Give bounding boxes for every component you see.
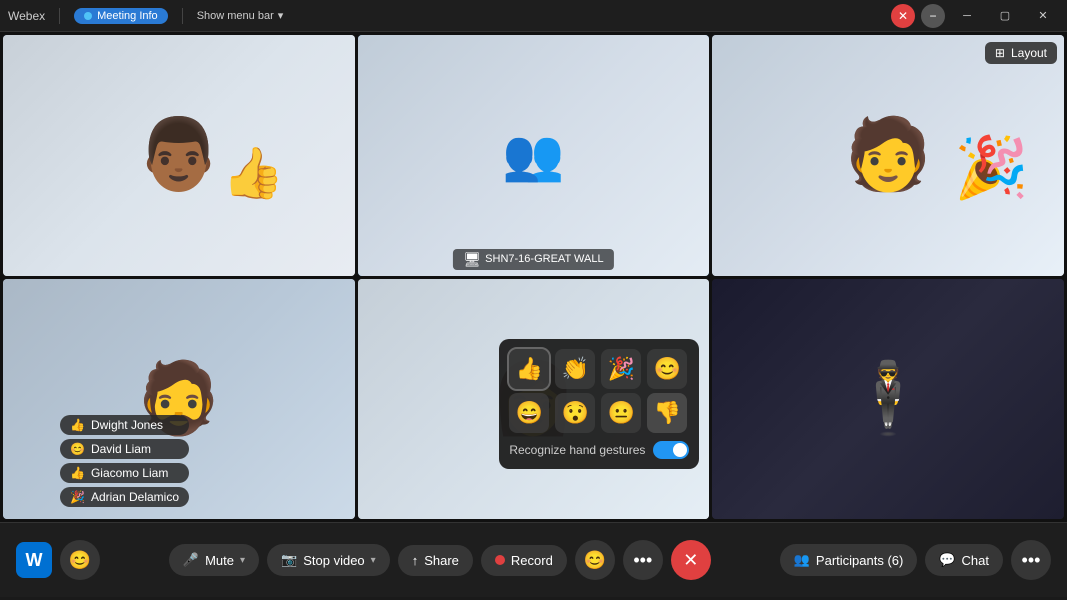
bottom-left-controls: W 😊 [16, 540, 100, 580]
reaction-name-2: David Liam [91, 442, 151, 456]
more-button[interactable]: ••• [623, 540, 663, 580]
emoji-smile[interactable]: 😊 [647, 349, 687, 389]
thumbs-up-reaction: 👍 [222, 144, 284, 203]
gesture-label: Recognize hand gestures [509, 443, 645, 457]
emoji-confetti[interactable]: 🎉 [601, 349, 641, 389]
gesture-toggle[interactable] [653, 441, 689, 459]
share-button[interactable]: ↑ Share [398, 545, 473, 576]
reaction-emoji-2: 😊 [70, 442, 85, 456]
mute-label: Mute [205, 553, 234, 568]
reaction-adrian: 🎉 Adrian Delamico [60, 487, 189, 507]
end-icon: ✕ [683, 550, 698, 571]
emoji-reaction-popup[interactable]: 👍 👏 🎉 😊 😄 😯 😐 👎 Recognize hand gestures [499, 339, 699, 469]
participants-icon: 👥 [794, 552, 810, 568]
record-button[interactable]: Record [481, 545, 567, 576]
video-cell-6: 🕴 [712, 279, 1064, 520]
divider [59, 8, 60, 24]
emoji-thumbsup[interactable]: 👍 [509, 349, 549, 389]
status-dot [84, 12, 92, 20]
close-button[interactable]: ✕ [1027, 6, 1059, 26]
mute-button[interactable]: 🎤 Mute ▾ [169, 544, 259, 576]
minimize-circle-icon[interactable]: − [921, 4, 945, 28]
reaction-david: 😊 David Liam [60, 439, 189, 459]
video-cell-1: 👨🏾 👍 [3, 35, 355, 276]
emoji-button[interactable]: 😊 [575, 540, 615, 580]
record-label: Record [511, 553, 553, 568]
video-cell-2: 👥 🖥 SHN7-16-GREAT WALL [358, 35, 710, 276]
emoji-laugh[interactable]: 😄 [509, 393, 549, 433]
confetti-reaction: 🎉 [954, 132, 1029, 203]
reaction-emoji-4: 🎉 [70, 490, 85, 504]
share-icon: ↑ [412, 553, 419, 568]
reaction-emoji-1: 👍 [70, 418, 85, 432]
status-button[interactable]: 😊 [60, 540, 100, 580]
show-menu-button[interactable]: Show menu bar ▾ [197, 9, 284, 22]
chevron-down-icon: ▾ [278, 9, 284, 22]
title-bar-left: Webex Meeting Info Show menu bar ▾ [8, 8, 891, 24]
record-dot-icon [495, 555, 505, 565]
more-icon: ••• [633, 550, 652, 571]
video-cell-3: 🧑 🎉 [712, 35, 1064, 276]
close-circle-icon[interactable]: ✕ [891, 4, 915, 28]
room-label: SHN7-16-GREAT WALL [485, 253, 603, 265]
bottom-bar: 👍 Dwight Jones 😊 David Liam 👍 Giacomo Li… [0, 522, 1067, 597]
more2-button[interactable]: ••• [1011, 540, 1051, 580]
reaction-name-4: Adrian Delamico [91, 490, 179, 504]
participants-label: Participants (6) [816, 553, 903, 568]
reaction-name-3: Giacomo Liam [91, 466, 168, 480]
mute-chevron-icon: ▾ [240, 555, 245, 566]
meeting-info-label: Meeting Info [97, 10, 158, 22]
reaction-emoji-3: 👍 [70, 466, 85, 480]
video-icon: 📷 [281, 552, 297, 568]
divider2 [182, 8, 183, 24]
video-chevron-icon: ▾ [371, 555, 376, 566]
show-menu-label: Show menu bar [197, 10, 274, 22]
share-label: Share [424, 553, 459, 568]
screen-icon: 🖥 [463, 251, 481, 268]
meeting-info-button[interactable]: Meeting Info [74, 8, 168, 24]
chat-icon: 💬 [939, 552, 955, 568]
toggle-knob [673, 443, 687, 457]
webex-logo[interactable]: W [16, 542, 52, 578]
chat-label: Chat [962, 553, 989, 568]
emoji-thumbsdown[interactable]: 👎 [647, 393, 687, 433]
video-cell-5: 👩 👍 👏 🎉 😊 😄 😯 😐 👎 Recognize hand gesture… [358, 279, 710, 520]
title-bar-right: ✕ − ─ ▢ ✕ [891, 4, 1059, 28]
title-bar: Webex Meeting Info Show menu bar ▾ ✕ − ─… [0, 0, 1067, 32]
reaction-name-1: Dwight Jones [91, 418, 163, 432]
emoji-clap[interactable]: 👏 [555, 349, 595, 389]
emoji-neutral[interactable]: 😐 [601, 393, 641, 433]
participants-button[interactable]: 👥 Participants (6) [780, 544, 918, 576]
stop-video-button[interactable]: 📷 Stop video ▾ [267, 544, 390, 576]
layout-label: Layout [1011, 46, 1047, 60]
reaction-log: 👍 Dwight Jones 😊 David Liam 👍 Giacomo Li… [60, 415, 189, 507]
app-name: Webex [8, 9, 45, 23]
more2-icon: ••• [1022, 550, 1041, 571]
reaction-giacomo: 👍 Giacomo Liam [60, 463, 189, 483]
grid-icon: ⊞ [995, 46, 1005, 60]
active-speaker-label: 🖥 SHN7-16-GREAT WALL [453, 249, 613, 270]
bottom-right-controls: 👥 Participants (6) 💬 Chat ••• [780, 540, 1051, 580]
reaction-dwight: 👍 Dwight Jones [60, 415, 189, 435]
chat-button[interactable]: 💬 Chat [925, 544, 1003, 576]
emoji-grid: 👍 👏 🎉 😊 😄 😯 😐 👎 [509, 349, 689, 433]
end-call-button[interactable]: ✕ [671, 540, 711, 580]
minimize-button[interactable]: ─ [951, 6, 983, 26]
bottom-center-controls: 🎤 Mute ▾ 📷 Stop video ▾ ↑ Share Record 😊… [108, 540, 772, 580]
gesture-row: Recognize hand gestures [509, 441, 689, 459]
layout-button[interactable]: ⊞ Layout [985, 42, 1057, 64]
stop-video-label: Stop video [303, 553, 364, 568]
emoji-wow[interactable]: 😯 [555, 393, 595, 433]
maximize-button[interactable]: ▢ [989, 6, 1021, 26]
mic-icon: 🎤 [183, 552, 199, 568]
